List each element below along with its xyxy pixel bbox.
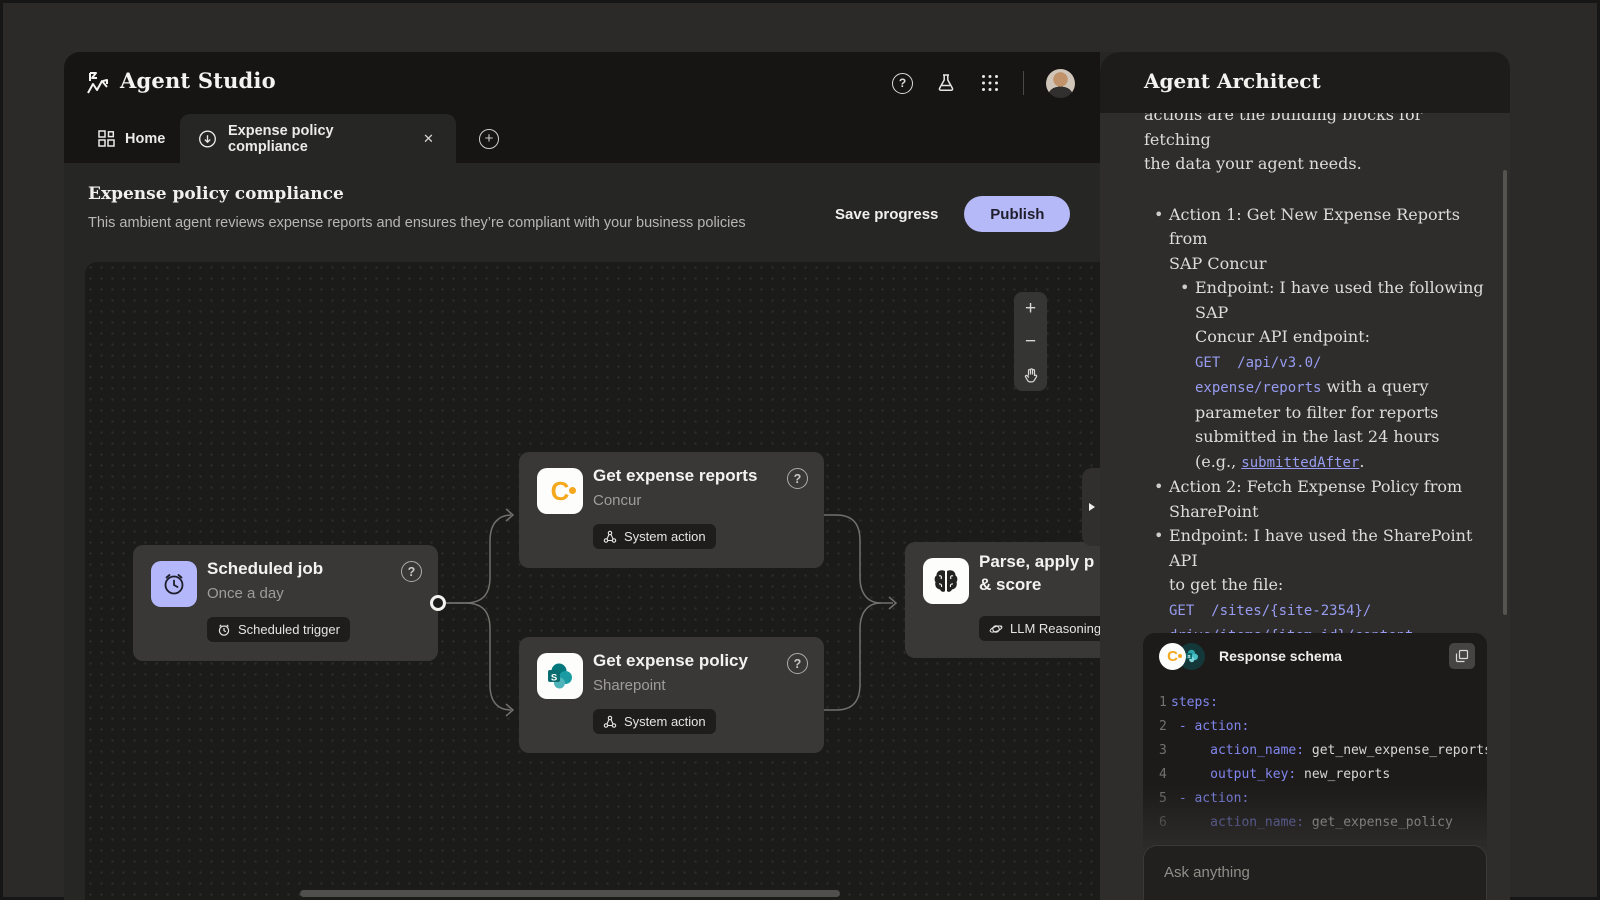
node-scheduled-job[interactable]: Scheduled job Once a day Scheduled trigg… — [133, 545, 438, 661]
save-progress-button[interactable]: Save progress — [835, 206, 938, 223]
node-help-icon[interactable]: ? — [401, 561, 422, 582]
header-divider — [1023, 71, 1024, 95]
app-title: Agent Studio — [120, 68, 276, 93]
lab-flask-icon[interactable] — [935, 72, 957, 94]
panel-collapse-handle[interactable] — [1082, 468, 1102, 546]
panel-scrollbar[interactable] — [1503, 170, 1507, 615]
system-action-icon — [603, 715, 617, 729]
brain-icon — [923, 558, 969, 604]
zoom-out-button[interactable]: − — [1014, 325, 1047, 358]
canvas-horizontal-scrollbar[interactable] — [300, 890, 840, 897]
message-line: actions are the building blocks for fetc… — [1144, 113, 1488, 152]
panel-body: actions are the building blocks for fetc… — [1100, 113, 1510, 900]
output-port[interactable] — [430, 595, 446, 611]
tab-home-label: Home — [125, 131, 165, 147]
bullet-item: • Endpoint: I have used the SharePoint A… — [1144, 524, 1488, 573]
llm-reasoning-icon — [989, 622, 1003, 636]
publish-button[interactable]: Publish — [964, 196, 1070, 232]
page-actions: Save progress Publish — [835, 196, 1070, 232]
tab-close-icon[interactable]: ✕ — [419, 129, 438, 149]
node-get-expense-policy[interactable]: S Get expense policy Sharepoint System a… — [519, 637, 824, 753]
node-badge: System action — [593, 709, 716, 734]
copy-icon — [1455, 649, 1469, 663]
pan-hand-button[interactable] — [1014, 358, 1047, 391]
header-actions: ? — [892, 52, 1075, 114]
node-title: Scheduled job — [207, 559, 323, 579]
concur-icon: C — [537, 468, 583, 514]
bullet-icon: • — [1154, 475, 1169, 500]
bullet-item: • Action 1: Get New Expense Reports from — [1144, 203, 1488, 252]
workflow-canvas[interactable]: Scheduled job Once a day Scheduled trigg… — [85, 262, 1100, 900]
code-line: 2 - action: — [1143, 719, 1487, 743]
user-avatar[interactable] — [1046, 69, 1075, 98]
inline-code-link[interactable]: submittedAfter — [1241, 455, 1359, 471]
node-help-icon[interactable]: ? — [787, 653, 808, 674]
svg-text:S: S — [551, 673, 557, 684]
concur-icon: C — [1159, 643, 1186, 670]
bullet-item: • Action 2: Fetch Expense Policy from — [1144, 475, 1488, 500]
chevron-right-icon — [1089, 503, 1095, 511]
chat-input[interactable] — [1164, 864, 1464, 881]
response-schema-title: Response schema — [1219, 648, 1342, 664]
home-grid-icon — [98, 130, 115, 147]
sharepoint-icon: S — [537, 653, 583, 699]
response-schema-card: C S Response schema — [1143, 633, 1487, 863]
bullet-icon: • — [1180, 276, 1195, 325]
apps-grid-icon[interactable] — [979, 72, 1001, 94]
system-action-icon — [603, 530, 617, 544]
node-title: Get expense policy — [593, 651, 748, 671]
inline-code: GET /api/v3.0/ — [1195, 355, 1321, 371]
code-line: 3 action_name: get_new_expense_reports — [1143, 743, 1487, 767]
inline-code: GET /sites/{site-2354}/ — [1169, 603, 1371, 619]
message-line: the data your agent needs. — [1144, 152, 1488, 177]
response-schema-header: C S Response schema — [1143, 633, 1487, 679]
tab-expense-policy-compliance[interactable]: Expense policy compliance ✕ — [180, 114, 456, 163]
page-title: Expense policy compliance — [88, 184, 344, 204]
panel-header: Agent Architect — [1100, 52, 1510, 113]
version-download-icon — [198, 129, 217, 149]
page-subtitle: This ambient agent reviews expense repor… — [88, 215, 746, 231]
node-subtitle: Concur — [593, 492, 641, 509]
bullet-icon: • — [1154, 203, 1169, 252]
app-window: Agent Studio ? — [64, 52, 1510, 900]
new-tab-button[interactable]: + — [479, 129, 499, 149]
panel-title: Agent Architect — [1144, 69, 1321, 93]
code-line: 1steps: — [1143, 695, 1487, 719]
node-help-icon[interactable]: ? — [787, 468, 808, 489]
scheduled-trigger-icon — [217, 623, 231, 637]
node-subtitle: Sharepoint — [593, 677, 666, 694]
tab-bar: Home Expense policy compliance ✕ + — [64, 114, 1100, 163]
app-logo-icon — [84, 69, 112, 97]
main-area: Agent Studio ? — [64, 52, 1100, 900]
node-title-line1: Parse, apply p — [979, 552, 1094, 572]
inline-code: expense/reports — [1195, 380, 1321, 396]
node-badge: LLM Reasoning — [979, 616, 1100, 641]
copy-button[interactable] — [1449, 643, 1475, 669]
node-parse-apply-score[interactable]: Parse, apply p & score LLM Reasoning — [905, 542, 1100, 658]
node-subtitle: Once a day — [207, 585, 284, 602]
help-icon[interactable]: ? — [892, 73, 913, 94]
tab-home[interactable]: Home — [80, 114, 183, 163]
canvas-zoom-controls: + − — [1014, 292, 1047, 391]
alarm-clock-icon — [151, 561, 197, 607]
chat-input-box[interactable] — [1143, 845, 1487, 900]
node-badge: Scheduled trigger — [207, 617, 350, 642]
node-title-line2: & score — [979, 575, 1041, 595]
app-header: Agent Studio ? — [64, 52, 1100, 114]
node-title: Get expense reports — [593, 466, 757, 486]
node-get-expense-reports[interactable]: C Get expense reports Concur System acti… — [519, 452, 824, 568]
agent-architect-panel: Agent Architect actions are the building… — [1100, 52, 1510, 900]
bullet-icon: • — [1154, 524, 1169, 573]
bullet-item: • Endpoint: I have used the following SA… — [1144, 276, 1488, 325]
tab-active-label: Expense policy compliance — [228, 123, 408, 155]
node-badge: System action — [593, 524, 716, 549]
zoom-in-button[interactable]: + — [1014, 292, 1047, 325]
